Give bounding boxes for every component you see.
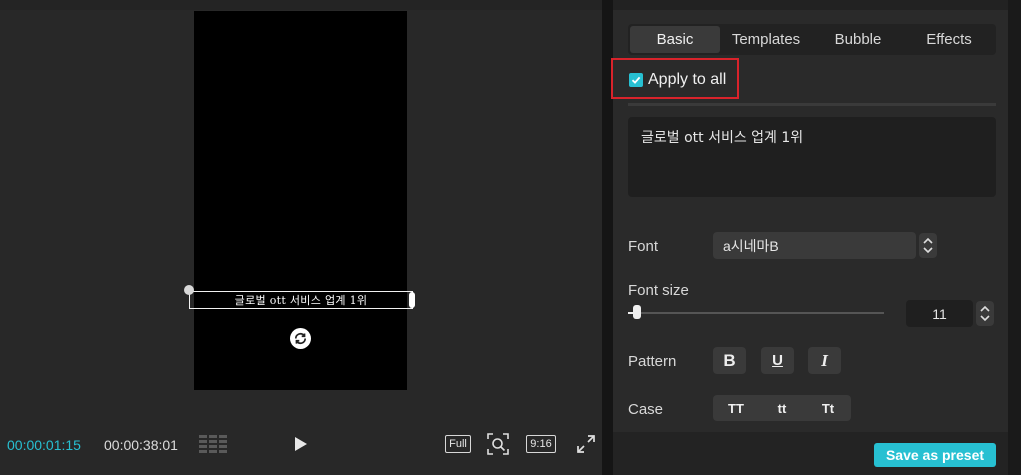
fullscreen-icon[interactable] xyxy=(576,434,596,454)
font-size-slider-track[interactable] xyxy=(628,312,884,314)
chevron-updown-icon xyxy=(923,237,933,254)
case-uppercase-button[interactable]: TT xyxy=(713,395,759,421)
caption-text-input[interactable]: 글로벌 ott 서비스 업계 1위 xyxy=(628,117,996,197)
resize-handle-right[interactable] xyxy=(409,292,415,308)
font-size-slider-thumb[interactable] xyxy=(632,305,641,319)
panel-top-bar xyxy=(613,0,1008,10)
font-size-stepper[interactable] xyxy=(976,301,994,326)
font-size-input[interactable]: 11 xyxy=(906,300,973,327)
text-properties-panel: Basic Templates Bubble Effects Apply to … xyxy=(611,0,1008,475)
tab-effects[interactable]: Effects xyxy=(904,26,994,53)
font-select[interactable]: a시네마B xyxy=(713,232,916,259)
panel-separator xyxy=(628,103,996,106)
case-toggle-group: TT tt Tt xyxy=(713,395,851,421)
tab-templates[interactable]: Templates xyxy=(720,26,812,53)
save-as-preset-button[interactable]: Save as preset xyxy=(874,443,996,467)
case-titlecase-button[interactable]: Tt xyxy=(805,395,851,421)
current-timecode: 00:00:01:15 xyxy=(7,437,81,453)
rotate-icon[interactable] xyxy=(290,328,311,349)
font-size-label: Font size xyxy=(628,282,689,299)
video-player: 글로벌 ott 서비스 업계 1위 00:00:01:15 00:00:38:0… xyxy=(0,0,602,475)
italic-icon: I xyxy=(821,350,828,370)
timeline-grid-icon[interactable] xyxy=(199,434,227,454)
aspect-ratio-button[interactable]: 9:16 xyxy=(526,435,556,453)
bold-icon: B xyxy=(723,350,736,370)
caption-text: 글로벌 ott 서비스 업계 1위 xyxy=(234,294,368,307)
tab-basic[interactable]: Basic xyxy=(630,26,720,53)
total-timecode: 00:00:38:01 xyxy=(104,437,178,453)
case-label: Case xyxy=(628,401,664,418)
caption-bounding-box[interactable]: 글로벌 ott 서비스 업계 1위 xyxy=(189,291,413,309)
pattern-label: Pattern xyxy=(628,353,677,370)
tab-bubble[interactable]: Bubble xyxy=(812,26,904,53)
bold-button[interactable]: B xyxy=(713,347,746,374)
checkmark-icon xyxy=(631,76,641,84)
play-icon xyxy=(295,437,307,451)
player-top-bar xyxy=(0,0,602,10)
underline-button[interactable]: U xyxy=(761,347,794,374)
tab-bar: Basic Templates Bubble Effects xyxy=(628,24,996,55)
italic-button[interactable]: I xyxy=(808,347,841,374)
case-lowercase-button[interactable]: tt xyxy=(759,395,805,421)
font-stepper[interactable] xyxy=(919,233,937,258)
chevron-updown-icon xyxy=(980,305,990,322)
resize-handle-top-left[interactable] xyxy=(184,285,194,295)
zoom-fit-icon[interactable] xyxy=(487,433,509,455)
underline-icon: U xyxy=(772,352,783,369)
window-edge xyxy=(1008,0,1021,475)
font-label: Font xyxy=(628,238,659,255)
full-quality-button[interactable]: Full xyxy=(445,435,471,453)
apply-to-all-checkbox[interactable] xyxy=(629,73,643,87)
play-button[interactable] xyxy=(290,433,312,455)
apply-to-all-label[interactable]: Apply to all xyxy=(648,71,726,89)
